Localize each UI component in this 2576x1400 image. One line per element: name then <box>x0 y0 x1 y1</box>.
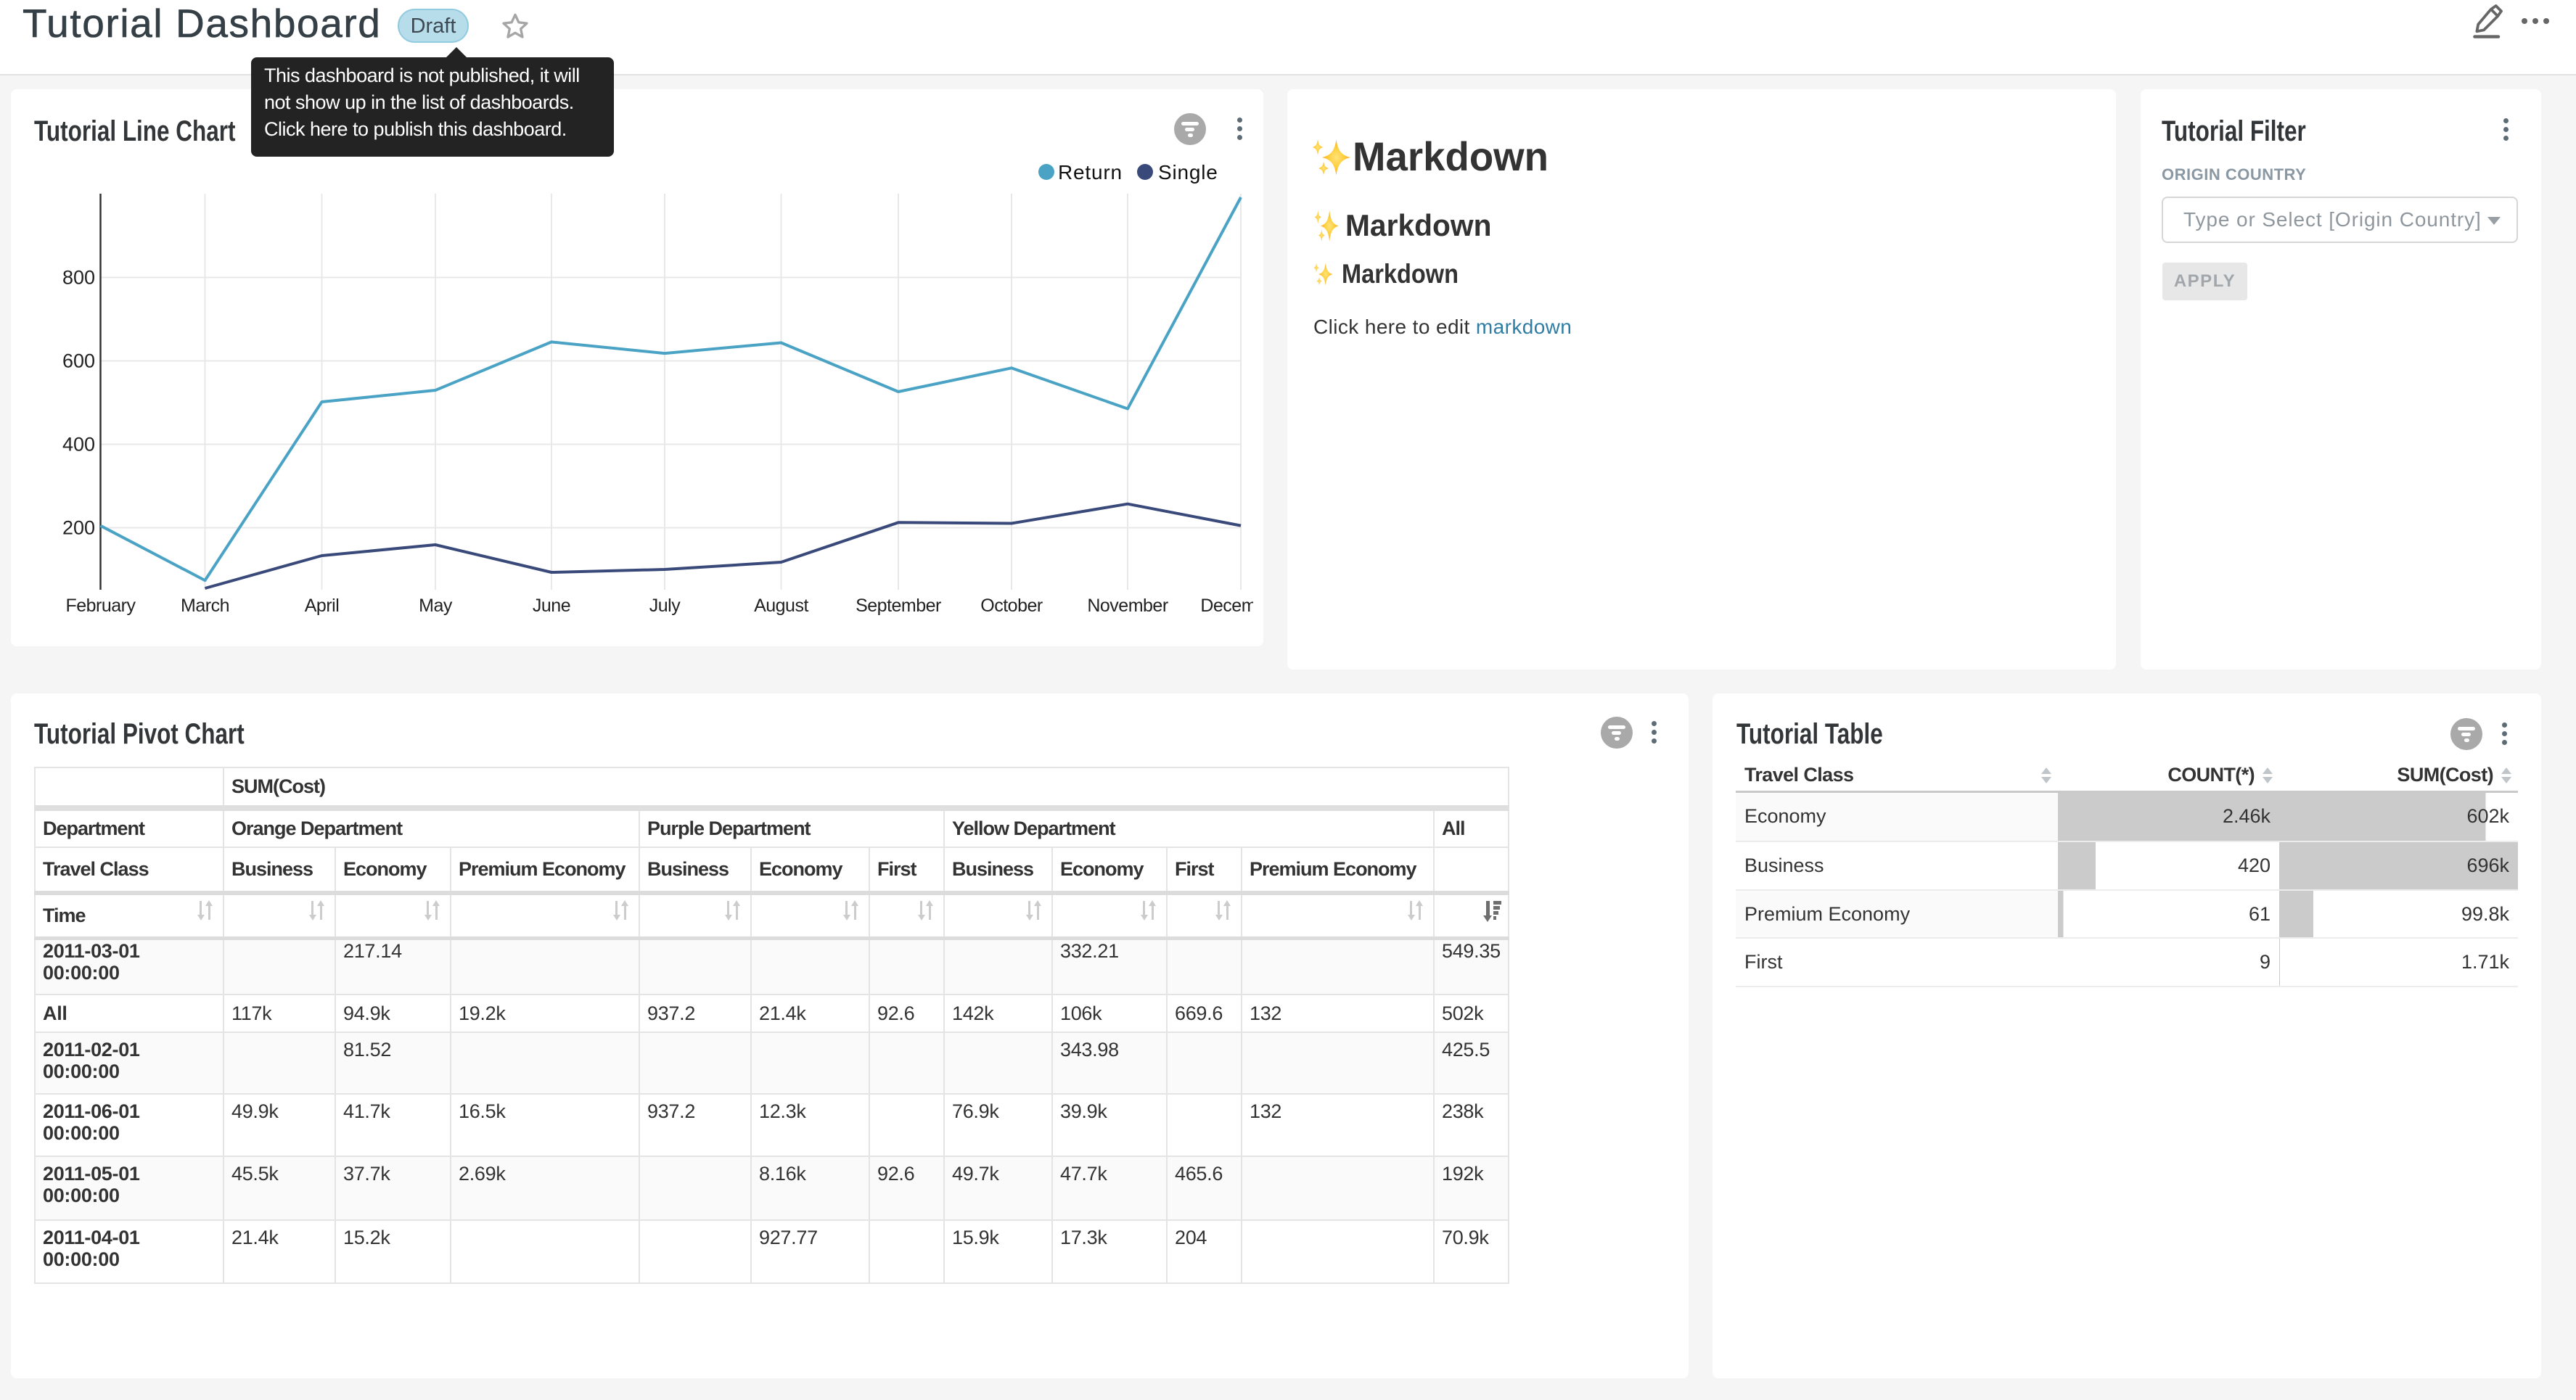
svg-text:400: 400 <box>62 434 95 456</box>
svg-text:June: June <box>533 596 570 616</box>
svg-text:800: 800 <box>62 267 95 289</box>
svg-text:September: September <box>856 596 941 616</box>
svg-text:200: 200 <box>62 517 95 539</box>
svg-text:May: May <box>419 596 453 616</box>
svg-text:November: November <box>1087 596 1168 616</box>
svg-text:December: December <box>1200 596 1253 616</box>
svg-text:March: March <box>181 596 229 616</box>
svg-text:February: February <box>65 596 136 616</box>
svg-text:Return: Return <box>1058 161 1123 184</box>
svg-text:August: August <box>754 596 808 616</box>
svg-text:Single: Single <box>1158 161 1218 184</box>
svg-text:April: April <box>305 596 340 616</box>
svg-text:October: October <box>980 596 1043 616</box>
svg-text:600: 600 <box>62 350 95 372</box>
svg-text:July: July <box>649 596 681 616</box>
